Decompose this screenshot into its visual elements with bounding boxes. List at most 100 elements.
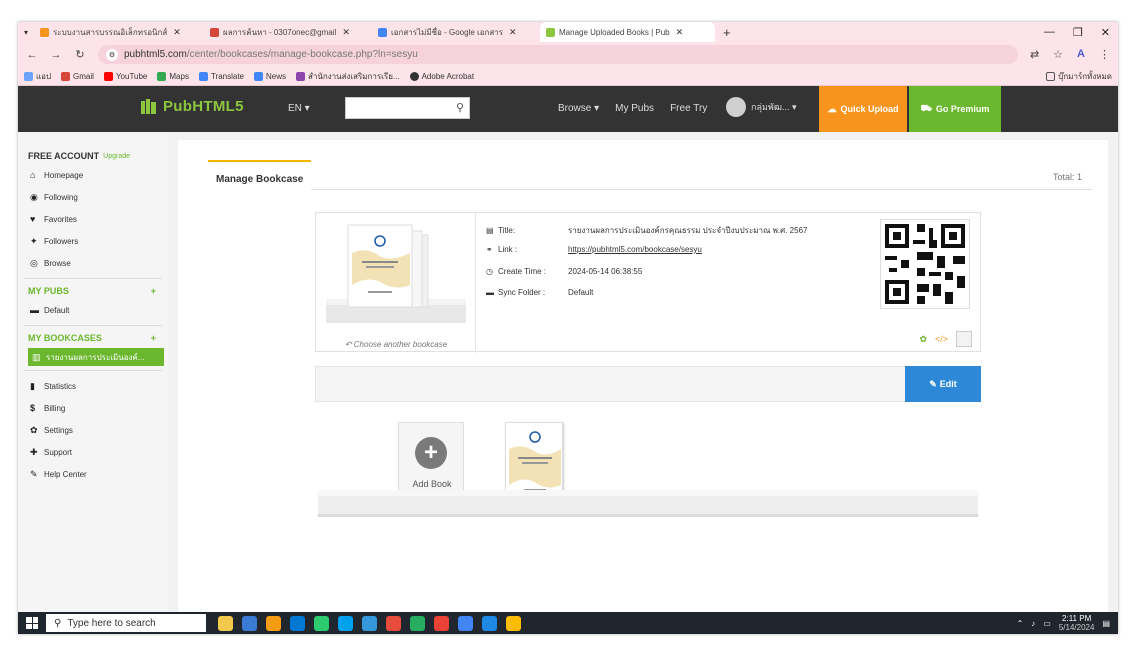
bookmark-gmail[interactable]: Gmail xyxy=(61,71,94,81)
taskbar-app-icon[interactable] xyxy=(218,615,233,631)
bookmark-news[interactable]: News xyxy=(254,71,286,81)
sidebar-item-bookcase[interactable]: ▥ รายงานผลการประเมินองค์... xyxy=(28,348,164,366)
sidebar-item-default[interactable]: ▬ Default xyxy=(18,299,168,321)
taskbar-search-input[interactable]: ⚲ Type here to search xyxy=(46,614,206,632)
translate-icon xyxy=(198,71,208,81)
tab-manage-bookcase[interactable]: Manage Bookcase xyxy=(208,160,312,190)
bookmark-office[interactable]: สำนักงานส่งเสริมการเรีย... xyxy=(296,70,400,83)
sidebar-item-favorites[interactable]: ♥ Favorites xyxy=(18,208,168,230)
site-info-icon[interactable]: ⚙ xyxy=(106,48,118,61)
bookmark-apps[interactable]: แอป xyxy=(24,70,51,83)
new-tab-button[interactable]: + xyxy=(715,25,739,40)
tab-search-chevron-icon[interactable]: ▾ xyxy=(18,28,34,37)
nav-my-pubs[interactable]: My Pubs xyxy=(615,103,654,114)
browser-tab[interactable]: ผลการค้นหา - 0307onec@gmail ✕ xyxy=(204,22,372,42)
browser-tab-active[interactable]: Manage Uploaded Books | Pub ✕ xyxy=(540,22,715,42)
taskbar-app-icon[interactable] xyxy=(314,615,329,631)
tab-close-icon[interactable]: ✕ xyxy=(173,27,181,38)
sidebar-item-following[interactable]: ◉ Following xyxy=(18,186,168,208)
notifications-icon[interactable]: ▤ xyxy=(1102,619,1110,628)
taskbar-app-icon[interactable] xyxy=(434,615,449,631)
browser-tab-strip: ▾ ระบบงานสารบรรณอิเล็กทรอนิกส์ ✕ ผลการค้… xyxy=(18,22,1118,42)
windows-start-icon[interactable] xyxy=(26,617,38,629)
tab-close-icon[interactable]: ✕ xyxy=(676,27,684,38)
bar-chart-icon: ▮ xyxy=(30,380,35,391)
upgrade-link[interactable]: Upgrade xyxy=(103,153,130,160)
reload-icon[interactable]: ↻ xyxy=(74,48,86,61)
go-premium-button[interactable]: ⛟ Go Premium xyxy=(909,86,1001,132)
chevron-up-icon[interactable]: ⌃ xyxy=(1017,619,1024,628)
bookmark-translate[interactable]: Translate xyxy=(198,71,244,81)
all-bookmarks[interactable]: บุ๊กมาร์กทั้งหมด xyxy=(1046,70,1112,83)
my-bookcases-heading[interactable]: MY BOOKCASES + xyxy=(18,330,168,346)
taskbar-app-icon[interactable] xyxy=(362,615,377,631)
pubhtml5-logo[interactable]: PubHTML5 xyxy=(140,98,244,115)
taskbar-app-icon[interactable] xyxy=(506,615,521,631)
embed-code-icon[interactable]: </> xyxy=(935,334,948,344)
site-search-input[interactable]: ⚲ xyxy=(345,97,470,119)
profile-icon[interactable]: A xyxy=(1077,48,1085,61)
sidebar-item-statistics[interactable]: ▮ Statistics xyxy=(18,375,168,397)
user-menu[interactable]: กลุ่มพัฒ... ▾ xyxy=(726,97,796,117)
taskbar-app-icon[interactable] xyxy=(482,615,497,631)
edit-pencil-icon: ✎ xyxy=(929,378,937,389)
menu-kebab-icon[interactable]: ⋮ xyxy=(1099,48,1110,61)
add-pub-icon[interactable]: + xyxy=(151,286,156,296)
taskbar-app-icon[interactable] xyxy=(410,615,425,631)
bookmark-youtube[interactable]: YouTube xyxy=(103,71,147,81)
bookmark-star-icon[interactable]: ☆ xyxy=(1053,48,1063,61)
taskbar-app-icon[interactable] xyxy=(242,615,257,631)
taskbar-app-icon[interactable] xyxy=(338,615,353,631)
choose-another-bookcase-link[interactable]: ↶ Choose another bookcase xyxy=(316,340,476,349)
clock[interactable]: 2:11 PM 5/14/2024 xyxy=(1059,614,1095,632)
speaker-icon[interactable]: ♪ xyxy=(1031,619,1035,628)
minimize-icon[interactable]: — xyxy=(1044,26,1055,39)
bookmark-acrobat[interactable]: Adobe Acrobat xyxy=(409,71,474,81)
maps-pin-icon xyxy=(157,71,167,81)
info-sync-row: ▬ Sync Folder : Default xyxy=(486,288,593,297)
bookcase-link[interactable]: https://pubhtml5.com/bookcase/sesyu xyxy=(568,245,702,254)
nav-browse[interactable]: Browse ▾ xyxy=(558,103,599,114)
back-icon[interactable]: ← xyxy=(26,49,38,61)
quick-upload-button[interactable]: ☁ Quick Upload xyxy=(819,86,907,132)
bookcase-card: ↶ Choose another bookcase ▤ Title: รายงาน… xyxy=(315,212,981,353)
tab-close-icon[interactable]: ✕ xyxy=(342,27,350,38)
bookcase-cover[interactable]: ↶ Choose another bookcase xyxy=(316,213,476,353)
edit-button[interactable]: ✎ Edit xyxy=(905,366,981,402)
restore-icon[interactable]: ❐ xyxy=(1073,26,1083,39)
browser-tab[interactable]: เอกสารไม่มีชื่อ - Google เอกสาร ✕ xyxy=(372,22,540,42)
my-pubs-heading[interactable]: MY PUBS + xyxy=(18,283,168,299)
search-icon[interactable]: ⚲ xyxy=(456,101,464,114)
sidebar-item-homepage[interactable]: ⌂ Homepage xyxy=(18,164,168,186)
create-time-label: Create Time : xyxy=(498,267,547,276)
sidebar-item-help-center[interactable]: ✎ Help Center xyxy=(18,463,168,485)
bookcase-icon: ▥ xyxy=(32,351,41,362)
network-icon[interactable]: ▭ xyxy=(1043,619,1051,628)
settings-gear-icon[interactable]: ✿ xyxy=(919,334,927,345)
browser-tab[interactable]: ระบบงานสารบรรณอิเล็กทรอนิกส์ ✕ xyxy=(34,22,204,42)
address-bar[interactable]: ⚙ pubhtml5.com /center/bookcases/manage-… xyxy=(98,45,1018,64)
search-icon: ⚲ xyxy=(54,617,62,629)
add-bookcase-icon[interactable]: + xyxy=(151,333,156,343)
sidebar-item-followers[interactable]: ✦ Followers xyxy=(18,230,168,252)
language-selector[interactable]: EN ▾ xyxy=(288,103,310,114)
nav-free-try[interactable]: Free Try xyxy=(670,103,707,114)
taskbar-app-icon[interactable] xyxy=(386,615,401,631)
news-icon xyxy=(254,71,263,81)
google-docs-icon xyxy=(378,27,387,37)
sidebar-item-settings[interactable]: ✿ Settings xyxy=(18,419,168,441)
qr-code[interactable] xyxy=(880,219,970,309)
taskbar-app-icon[interactable] xyxy=(290,615,305,631)
close-window-icon[interactable]: ✕ xyxy=(1101,26,1110,39)
taskbar-app-icon[interactable] xyxy=(266,615,281,631)
forward-icon[interactable]: → xyxy=(50,49,62,61)
taskbar-app-icon[interactable] xyxy=(458,615,473,631)
sidebar-item-support[interactable]: ✚ Support xyxy=(18,441,168,463)
sidebar-item-billing[interactable]: $ Billing xyxy=(18,397,168,419)
sidebar-item-browse[interactable]: ◎ Browse xyxy=(18,252,168,274)
windows-taskbar: ⚲ Type here to search ⌃ ♪ ▭ 2:11 PM 5/14… xyxy=(18,612,1118,634)
translate-page-icon[interactable]: ⇄ xyxy=(1030,48,1039,61)
tab-close-icon[interactable]: ✕ xyxy=(509,27,517,38)
trash-icon[interactable] xyxy=(956,331,972,347)
bookmark-maps[interactable]: Maps xyxy=(157,71,189,81)
